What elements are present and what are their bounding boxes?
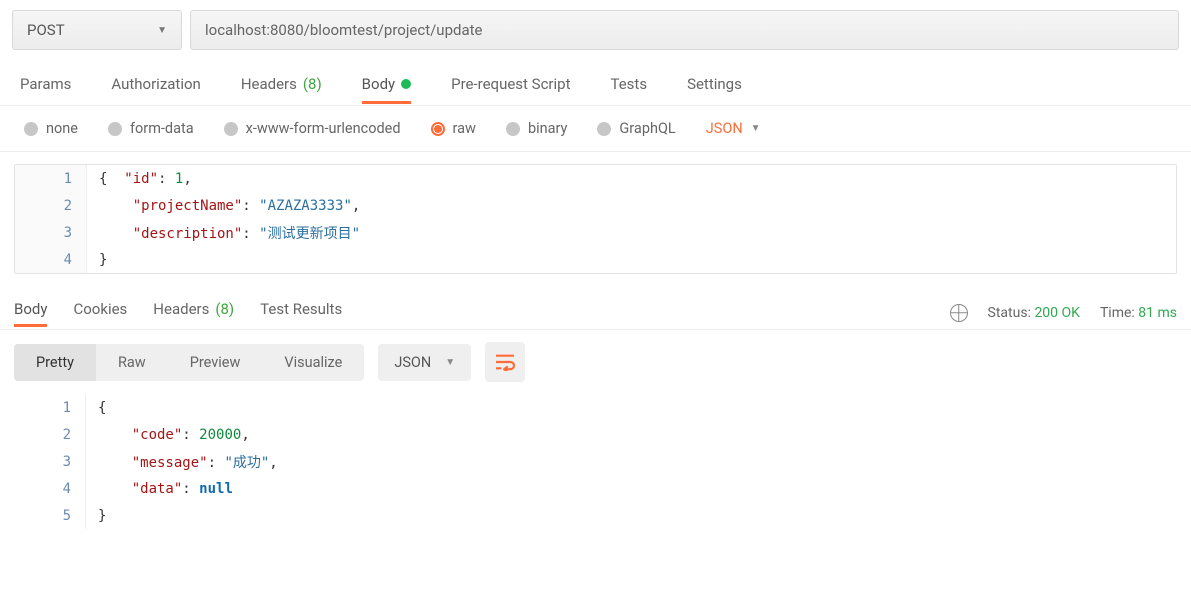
line-number: 4 bbox=[14, 475, 86, 502]
globe-icon[interactable] bbox=[950, 304, 968, 322]
code-content: "data": null bbox=[86, 481, 233, 497]
code-line: 3 "description": "测试更新项目" bbox=[15, 219, 1176, 246]
code-content: "message": "成功", bbox=[86, 452, 278, 472]
wrap-icon bbox=[494, 353, 516, 371]
chevron-down-icon: ▼ bbox=[157, 25, 167, 36]
chevron-down-icon: ▼ bbox=[445, 357, 455, 368]
status-value: 200 OK bbox=[1034, 305, 1080, 321]
code-line: 3 "message": "成功", bbox=[14, 448, 1177, 475]
wrap-lines-button[interactable] bbox=[485, 342, 525, 382]
body-type-raw[interactable]: raw bbox=[431, 120, 476, 137]
request-tabs: Params Authorization Headers (8) Body Pr… bbox=[0, 62, 1191, 106]
resp-tab-cookies[interactable]: Cookies bbox=[73, 300, 127, 326]
code-content: } bbox=[87, 252, 107, 268]
view-preview-button[interactable]: Preview bbox=[168, 344, 263, 381]
body-type-binary[interactable]: binary bbox=[506, 120, 567, 137]
code-content: { "id": 1, bbox=[87, 171, 192, 187]
line-number: 1 bbox=[14, 394, 86, 421]
radio-icon bbox=[108, 122, 122, 136]
time-value: 81 ms bbox=[1138, 305, 1177, 321]
http-method-select[interactable]: POST ▼ bbox=[12, 10, 182, 50]
response-view-segment: Pretty Raw Preview Visualize bbox=[14, 344, 364, 381]
response-meta: Status: 200 OK Time: 81 ms bbox=[950, 304, 1177, 322]
code-line: 2 "projectName": "AZAZA3333", bbox=[15, 192, 1176, 219]
code-content: } bbox=[86, 508, 106, 524]
response-toolbar: Pretty Raw Preview Visualize JSON ▼ bbox=[0, 330, 1191, 394]
code-line: 5} bbox=[14, 502, 1177, 529]
code-line: 2 "code": 20000, bbox=[14, 421, 1177, 448]
dot-indicator-icon bbox=[401, 79, 411, 89]
resp-tab-body[interactable]: Body bbox=[14, 300, 47, 326]
headers-count: (8) bbox=[303, 75, 322, 93]
line-number: 5 bbox=[14, 502, 86, 529]
line-number: 3 bbox=[15, 219, 87, 246]
response-format-select[interactable]: JSON ▼ bbox=[378, 344, 471, 381]
line-number: 1 bbox=[15, 165, 87, 192]
request-url-input[interactable]: localhost:8080/bloomtest/project/update bbox=[190, 10, 1179, 50]
tab-params[interactable]: Params bbox=[20, 75, 71, 103]
tab-settings[interactable]: Settings bbox=[687, 75, 742, 103]
time-label: Time: 81 ms bbox=[1100, 305, 1177, 321]
view-raw-button[interactable]: Raw bbox=[96, 344, 168, 381]
radio-icon bbox=[224, 122, 238, 136]
status-label: Status: 200 OK bbox=[988, 305, 1080, 321]
line-number: 3 bbox=[14, 448, 86, 475]
tab-tests[interactable]: Tests bbox=[610, 75, 647, 103]
code-line: 1{ "id": 1, bbox=[15, 165, 1176, 192]
radio-icon bbox=[431, 122, 445, 136]
chevron-down-icon: ▼ bbox=[751, 123, 761, 134]
tab-headers[interactable]: Headers (8) bbox=[241, 75, 322, 103]
body-type-urlencoded[interactable]: x-www-form-urlencoded bbox=[224, 120, 401, 137]
resp-headers-count: (8) bbox=[215, 300, 234, 318]
request-row: POST ▼ localhost:8080/bloomtest/project/… bbox=[0, 0, 1191, 62]
radio-icon bbox=[506, 122, 520, 136]
body-type-row: none form-data x-www-form-urlencoded raw… bbox=[0, 106, 1191, 152]
request-url-value: localhost:8080/bloomtest/project/update bbox=[205, 21, 482, 39]
body-type-none[interactable]: none bbox=[24, 120, 78, 137]
line-number: 2 bbox=[14, 421, 86, 448]
code-content: "description": "测试更新项目" bbox=[87, 223, 360, 243]
http-method-value: POST bbox=[27, 21, 65, 39]
response-body-editor[interactable]: 1{2 "code": 20000,3 "message": "成功",4 "d… bbox=[14, 394, 1177, 529]
code-content: "code": 20000, bbox=[86, 427, 250, 443]
code-line: 4 "data": null bbox=[14, 475, 1177, 502]
line-number: 4 bbox=[15, 246, 87, 273]
radio-icon bbox=[24, 122, 38, 136]
view-visualize-button[interactable]: Visualize bbox=[262, 344, 364, 381]
request-body-editor[interactable]: 1{ "id": 1,2 "projectName": "AZAZA3333",… bbox=[14, 164, 1177, 274]
line-number: 2 bbox=[15, 192, 87, 219]
resp-tab-headers[interactable]: Headers (8) bbox=[153, 300, 234, 326]
raw-format-select[interactable]: JSON ▼ bbox=[706, 120, 761, 137]
code-content: { bbox=[86, 400, 106, 416]
tab-prerequest[interactable]: Pre-request Script bbox=[451, 75, 570, 103]
radio-icon bbox=[597, 122, 611, 136]
tab-authorization[interactable]: Authorization bbox=[111, 75, 200, 103]
response-tabs: Body Cookies Headers (8) Test Results St… bbox=[0, 292, 1191, 330]
tab-body[interactable]: Body bbox=[362, 75, 411, 103]
code-content: "projectName": "AZAZA3333", bbox=[87, 198, 360, 214]
view-pretty-button[interactable]: Pretty bbox=[14, 344, 96, 381]
body-type-form-data[interactable]: form-data bbox=[108, 120, 194, 137]
body-type-graphql[interactable]: GraphQL bbox=[597, 120, 675, 137]
code-line: 4} bbox=[15, 246, 1176, 273]
code-line: 1{ bbox=[14, 394, 1177, 421]
resp-tab-test-results[interactable]: Test Results bbox=[260, 300, 342, 326]
